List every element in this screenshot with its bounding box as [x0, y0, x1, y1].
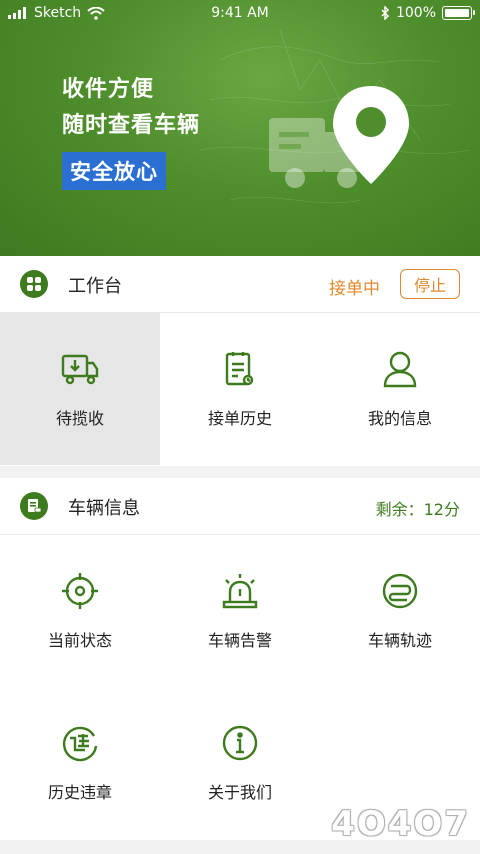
- my-info-label: 我的信息: [367, 409, 432, 428]
- vehicle-alarm-label: 车辆告警: [207, 631, 272, 650]
- current-status-item[interactable]: 当前状态: [0, 535, 160, 687]
- vehicle-track-label: 车辆轨迹: [367, 631, 432, 650]
- violation-history-label: 历史违章: [47, 783, 112, 802]
- info-icon: [220, 723, 260, 763]
- vehicle-title: 车辆信息: [68, 498, 140, 519]
- hero-text: 收件方便 随时查看车辆 安全放心: [62, 72, 200, 190]
- workbench-panel: 工作台 接单中 停止 待揽收 接单历史 我的信息: [0, 256, 480, 466]
- violation-history-item[interactable]: 历史违章: [0, 687, 160, 839]
- current-status-label: 当前状态: [47, 631, 112, 650]
- clipboard-history-icon: [220, 349, 260, 389]
- app-screen: Sketch 9:41 AM 100% 收件方便 随时查看车辆 安全放心 工作台…: [0, 0, 480, 854]
- battery-percent: 100%: [395, 5, 436, 21]
- route-icon: [380, 571, 420, 611]
- grid-icon: [20, 270, 48, 298]
- stop-button[interactable]: 停止: [400, 269, 460, 299]
- order-history-label: 接单历史: [207, 409, 272, 428]
- alarm-light-icon: [220, 571, 260, 611]
- hero-banner: Sketch 9:41 AM 100% 收件方便 随时查看车辆 安全放心: [0, 0, 480, 256]
- vehicle-alarm-item[interactable]: 车辆告警: [160, 535, 320, 687]
- pending-pickup-label: 待揽收: [55, 409, 104, 428]
- hero-line-1: 收件方便: [62, 77, 155, 102]
- hero-badge: 安全放心: [62, 152, 166, 190]
- workbench-grid: 待揽收 接单历史 我的信息: [0, 313, 480, 465]
- watermark: 4O4O7: [331, 804, 470, 844]
- vehicle-panel: 车辆信息 剩余：12分 当前状态 车辆告警 车辆轨迹 历史违章 关于我们: [0, 478, 480, 840]
- hero-line-2: 随时查看车辆: [62, 113, 201, 138]
- pending-pickup-item[interactable]: 待揽收: [0, 313, 160, 465]
- workbench-title: 工作台: [68, 276, 122, 297]
- order-history-item[interactable]: 接单历史: [160, 313, 320, 465]
- my-info-item[interactable]: 我的信息: [320, 313, 480, 465]
- truck-download-icon: [60, 349, 100, 389]
- violation-icon: [60, 723, 100, 763]
- about-us-label: 关于我们: [207, 783, 272, 802]
- target-icon: [60, 571, 100, 611]
- bluetooth-icon: [381, 6, 390, 20]
- vehicle-track-item[interactable]: 车辆轨迹: [320, 535, 480, 687]
- user-icon: [380, 349, 420, 389]
- workbench-header: 工作台 接单中 停止: [0, 256, 480, 313]
- battery-icon: [442, 6, 475, 20]
- vehicle-grid-row-1: 当前状态 车辆告警 车辆轨迹: [0, 535, 480, 687]
- status-bar: Sketch 9:41 AM 100%: [0, 0, 480, 28]
- about-us-item[interactable]: 关于我们: [160, 687, 320, 839]
- remaining-time: 剩余：12分: [375, 500, 460, 519]
- vehicle-doc-icon: [20, 492, 48, 520]
- truck-location-illustration: [269, 86, 409, 188]
- order-status: 接单中: [329, 279, 380, 299]
- vehicle-header: 车辆信息 剩余：12分: [0, 478, 480, 535]
